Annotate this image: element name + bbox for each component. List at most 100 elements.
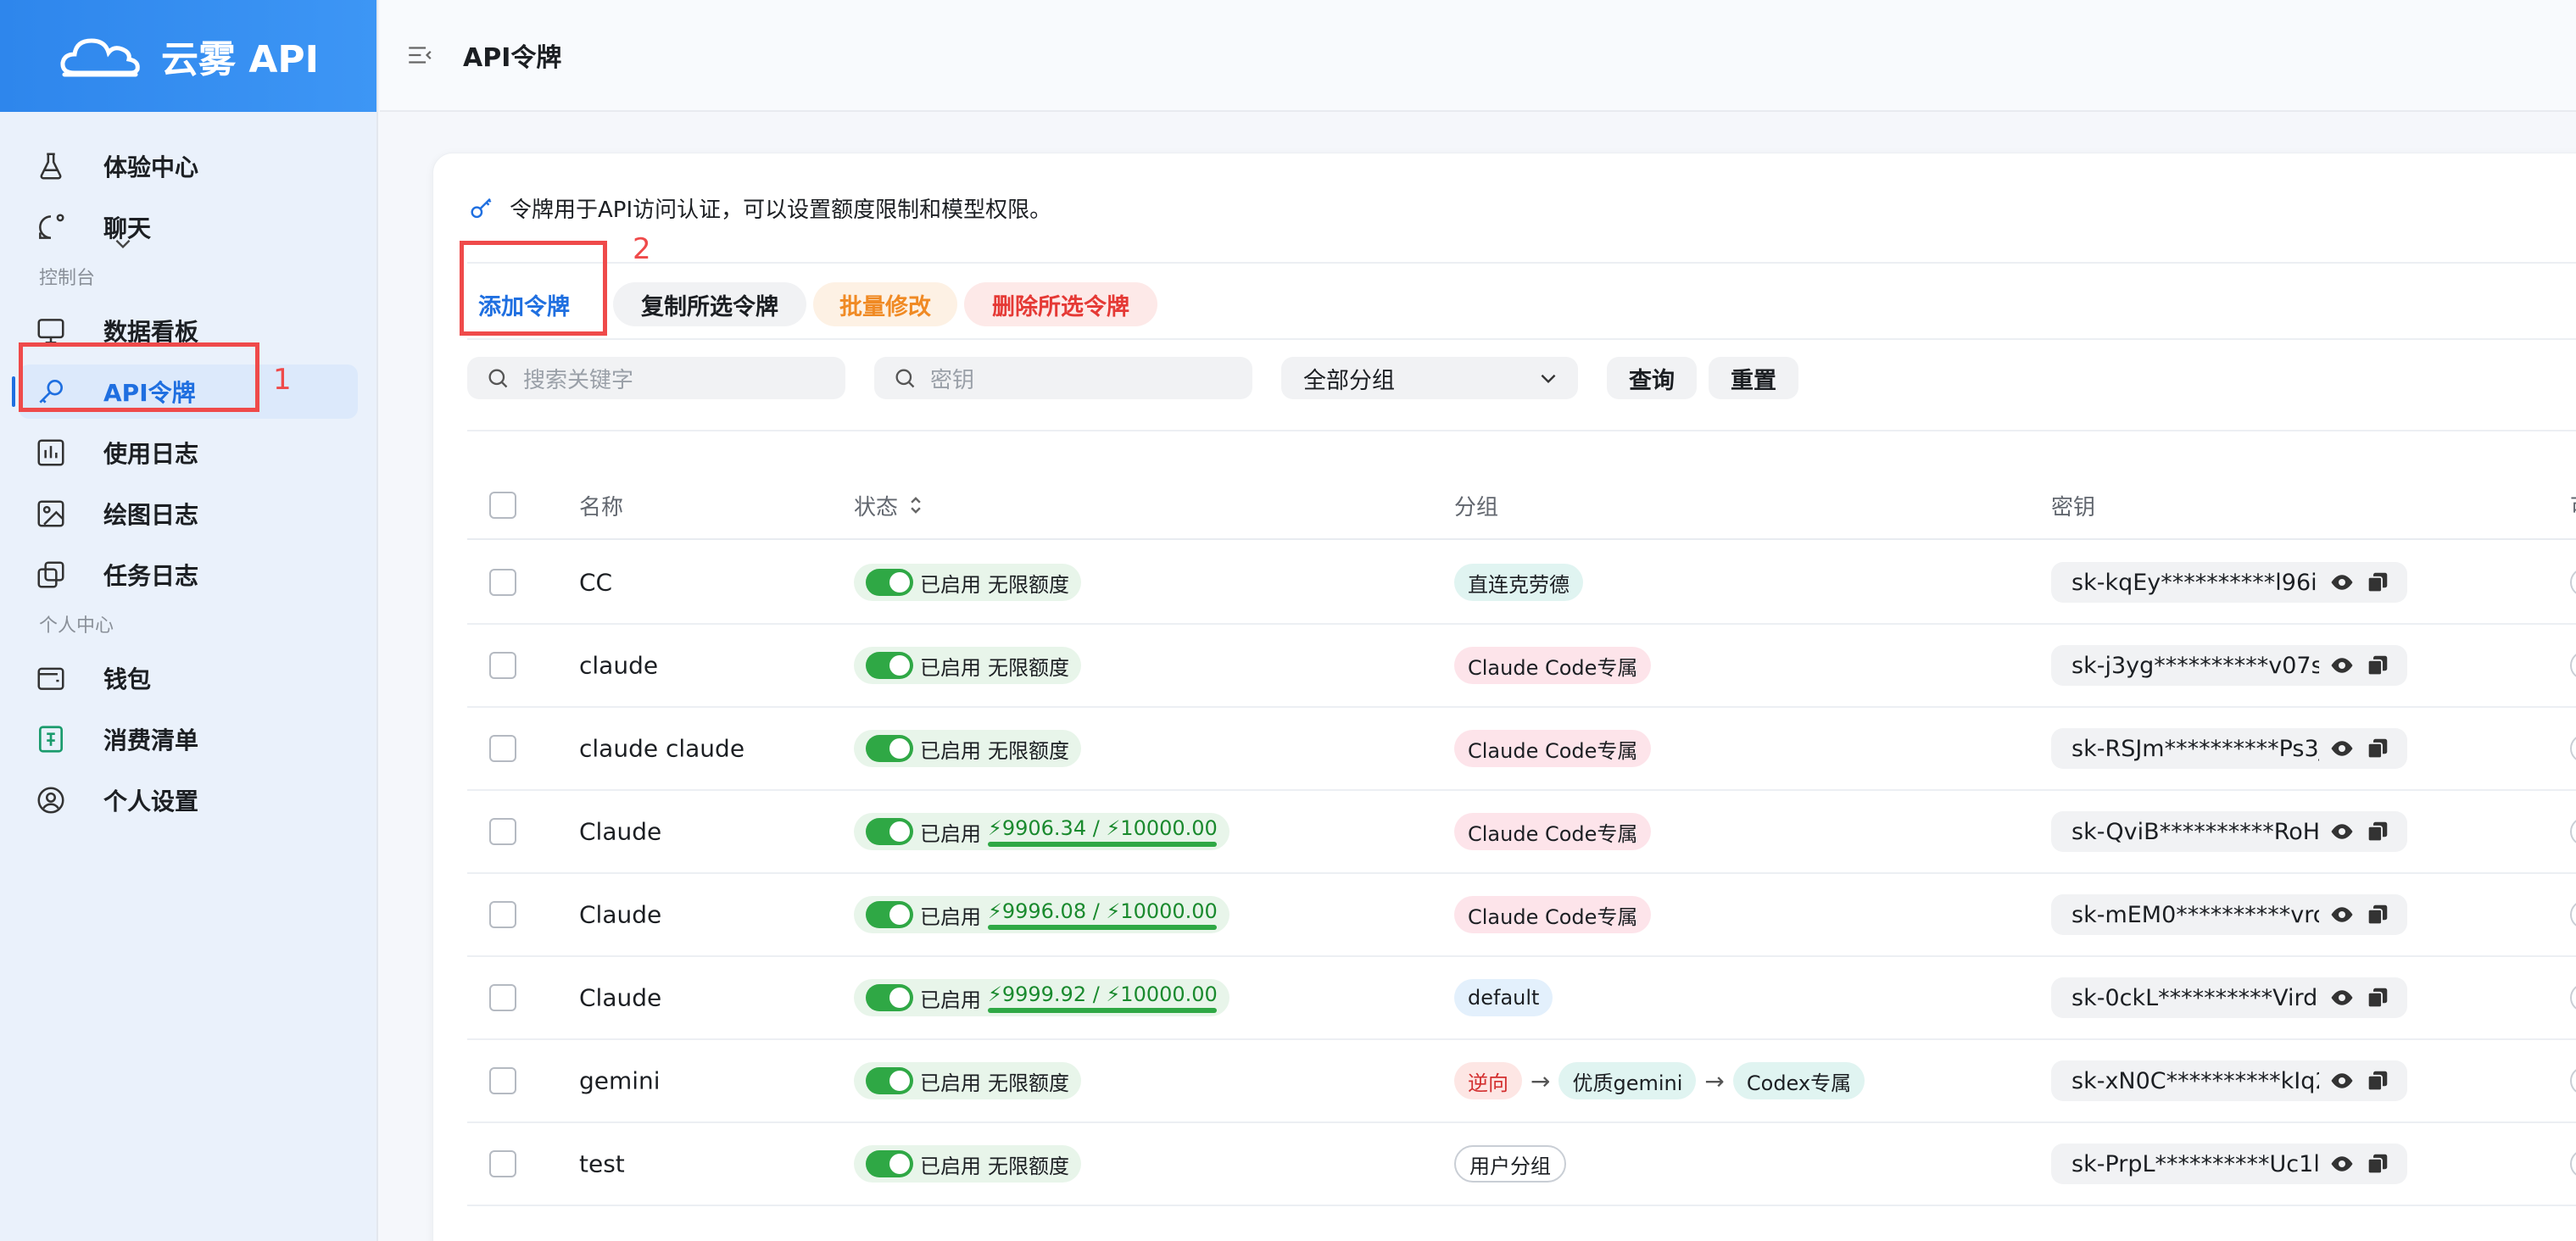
row-checkbox[interactable] — [489, 652, 516, 679]
delete-selected-button[interactable]: 删除所选令牌 — [964, 282, 1157, 326]
copy-icon[interactable] — [2365, 1068, 2390, 1094]
column-status[interactable]: 状态 — [854, 490, 925, 521]
group-cell: 逆向 → 优质gemini → Codex专属 — [1454, 1062, 1865, 1099]
token-name: Claude — [579, 983, 662, 1012]
row-more-toggle[interactable] — [2570, 983, 2576, 1012]
table-row[interactable]: claude claude 已启用 无限额度 Claude Code专属 sk-… — [467, 708, 2576, 791]
eye-icon[interactable] — [2329, 1151, 2355, 1177]
chevron-down-icon[interactable] — [112, 232, 134, 260]
eye-icon[interactable] — [2329, 570, 2355, 595]
status-toggle[interactable] — [866, 901, 913, 928]
group-chain: 用户分组 — [1454, 1145, 1566, 1183]
row-checkbox[interactable] — [489, 1150, 516, 1177]
table-row[interactable]: claude 已启用 无限额度 Claude Code专属 sk-j3yg***… — [467, 625, 2576, 708]
logo-bar[interactable]: 云雾 API — [0, 0, 376, 112]
copy-icon[interactable] — [2365, 736, 2390, 761]
copy-icon[interactable] — [2365, 985, 2390, 1010]
token-name: test — [579, 1149, 625, 1178]
key-cell: sk-kqEy**********l96i — [2051, 562, 2407, 603]
row-checkbox[interactable] — [489, 1067, 516, 1094]
copy-icon[interactable] — [2365, 653, 2390, 678]
select-all-checkbox[interactable] — [489, 492, 516, 519]
eye-icon[interactable] — [2329, 902, 2355, 927]
copy-icon[interactable] — [2365, 570, 2390, 595]
sidebar-item-usage-log[interactable]: 使用日志 — [0, 422, 376, 483]
key-field: sk-xN0C**********kIq2 — [2051, 1060, 2407, 1101]
copy-icon[interactable] — [2365, 1151, 2390, 1177]
quota-text: ⚡9999.92 / ⚡10000.00 — [988, 982, 1218, 1006]
status-cell: 已启用 无限额度 — [854, 1062, 1081, 1099]
eye-icon[interactable] — [2329, 653, 2355, 678]
section-console-label: 控制台 — [39, 268, 96, 289]
key-cell: sk-RSJm**********Ps3j — [2051, 728, 2407, 769]
table-row[interactable]: Claude 已启用 ⚡9906.34 / ⚡10000.00 Claude C… — [467, 791, 2576, 874]
status-toggle[interactable] — [866, 569, 913, 596]
key-value: sk-j3yg**********v07s — [2071, 652, 2319, 679]
copy-icon[interactable] — [2365, 819, 2390, 844]
status-toggle[interactable] — [866, 984, 913, 1011]
group-cell: default — [1454, 979, 1553, 1016]
status-toggle[interactable] — [866, 735, 913, 762]
key-field: sk-j3yg**********v07s — [2051, 645, 2407, 686]
row-checkbox[interactable] — [489, 901, 516, 928]
quota-limited: ⚡9999.92 / ⚡10000.00 — [988, 982, 1218, 1013]
row-more-toggle[interactable] — [2570, 734, 2576, 763]
batch-edit-button[interactable]: 批量修改 — [813, 282, 957, 326]
status-toggle[interactable] — [866, 652, 913, 679]
sidebar-item-drawing-log[interactable]: 绘图日志 — [0, 483, 376, 544]
reset-button[interactable]: 重置 — [1709, 357, 1798, 399]
row-checkbox[interactable] — [489, 569, 516, 596]
sidebar-item-task-log[interactable]: 任务日志 — [0, 544, 376, 605]
row-checkbox[interactable] — [489, 818, 516, 845]
copy-icon[interactable] — [2365, 902, 2390, 927]
row-more-toggle[interactable] — [2570, 568, 2576, 597]
chat-icon — [34, 210, 68, 244]
table-row[interactable]: Claude 已启用 ⚡9999.92 / ⚡10000.00 default … — [467, 957, 2576, 1040]
copy-selected-button[interactable]: 复制所选令牌 — [613, 282, 806, 326]
app-name: 云雾 API — [161, 38, 319, 81]
status-cell: 已启用 无限额度 — [854, 1145, 1081, 1183]
sidebar-item-wallet[interactable]: 钱包 — [0, 648, 376, 709]
row-more-toggle[interactable] — [2570, 651, 2576, 680]
sort-icon — [911, 497, 921, 514]
row-checkbox[interactable] — [489, 735, 516, 762]
group-tag: Claude Code专属 — [1454, 647, 1652, 684]
sidebar-item-experience[interactable]: 体验中心 — [0, 136, 376, 197]
eye-icon[interactable] — [2329, 985, 2355, 1010]
sidebar: 云雾 API 体验中心 聊天 控制台 数据看板 API令牌 使用日志 绘图日志 … — [0, 0, 378, 1241]
quota-text: ⚡9996.08 / ⚡10000.00 — [988, 899, 1218, 923]
table-row[interactable]: CC 已启用 无限额度 直连克劳德 sk-kqEy**********l96i — [467, 542, 2576, 625]
image-icon — [34, 497, 68, 531]
sidebar-collapse-icon[interactable] — [405, 41, 434, 70]
eye-icon[interactable] — [2329, 736, 2355, 761]
group-chain: Claude Code专属 — [1454, 813, 1652, 850]
status-toggle[interactable] — [866, 1067, 913, 1094]
row-more-toggle[interactable] — [2570, 1066, 2576, 1095]
table-row[interactable]: gemini 已启用 无限额度 逆向 → 优质gemini → Codex专属 sk-x… — [467, 1040, 2576, 1123]
sidebar-item-bill[interactable]: 消费清单 — [0, 709, 376, 770]
group-cell: Claude Code专属 — [1454, 813, 1652, 850]
annotation-number-1: 1 — [273, 363, 292, 397]
sidebar-item-settings[interactable]: 个人设置 — [0, 770, 376, 831]
sidebar-item-chat[interactable]: 聊天 — [0, 197, 376, 258]
sidebar-item-label: 任务日志 — [103, 562, 199, 590]
row-more-toggle[interactable] — [2570, 900, 2576, 929]
keyword-search-input[interactable]: 搜索关键字 — [467, 357, 845, 399]
row-checkbox[interactable] — [489, 984, 516, 1011]
status-toggle[interactable] — [866, 818, 913, 845]
info-line: 令牌用于API访问认证，可以设置额度限制和模型权限。 — [467, 192, 1051, 224]
column-group: 分组 — [1454, 494, 1499, 520]
row-more-toggle[interactable] — [2570, 1149, 2576, 1178]
table-row[interactable]: Claude 已启用 ⚡9996.08 / ⚡10000.00 Claude C… — [467, 874, 2576, 957]
group-tag: Codex专属 — [1732, 1062, 1865, 1099]
query-button[interactable]: 查询 — [1607, 357, 1697, 399]
eye-icon[interactable] — [2329, 819, 2355, 844]
status-badge: 已启用 无限额度 — [854, 730, 1081, 767]
eye-icon[interactable] — [2329, 1068, 2355, 1094]
group-cell: Claude Code专属 — [1454, 896, 1652, 933]
table-row[interactable]: test 已启用 无限额度 用户分组 sk-PrpL**********Uc1l — [467, 1123, 2576, 1206]
group-select[interactable]: 全部分组 — [1281, 357, 1578, 399]
status-toggle[interactable] — [866, 1150, 913, 1177]
key-search-input[interactable]: 密钥 — [874, 357, 1252, 399]
row-more-toggle[interactable] — [2570, 817, 2576, 846]
